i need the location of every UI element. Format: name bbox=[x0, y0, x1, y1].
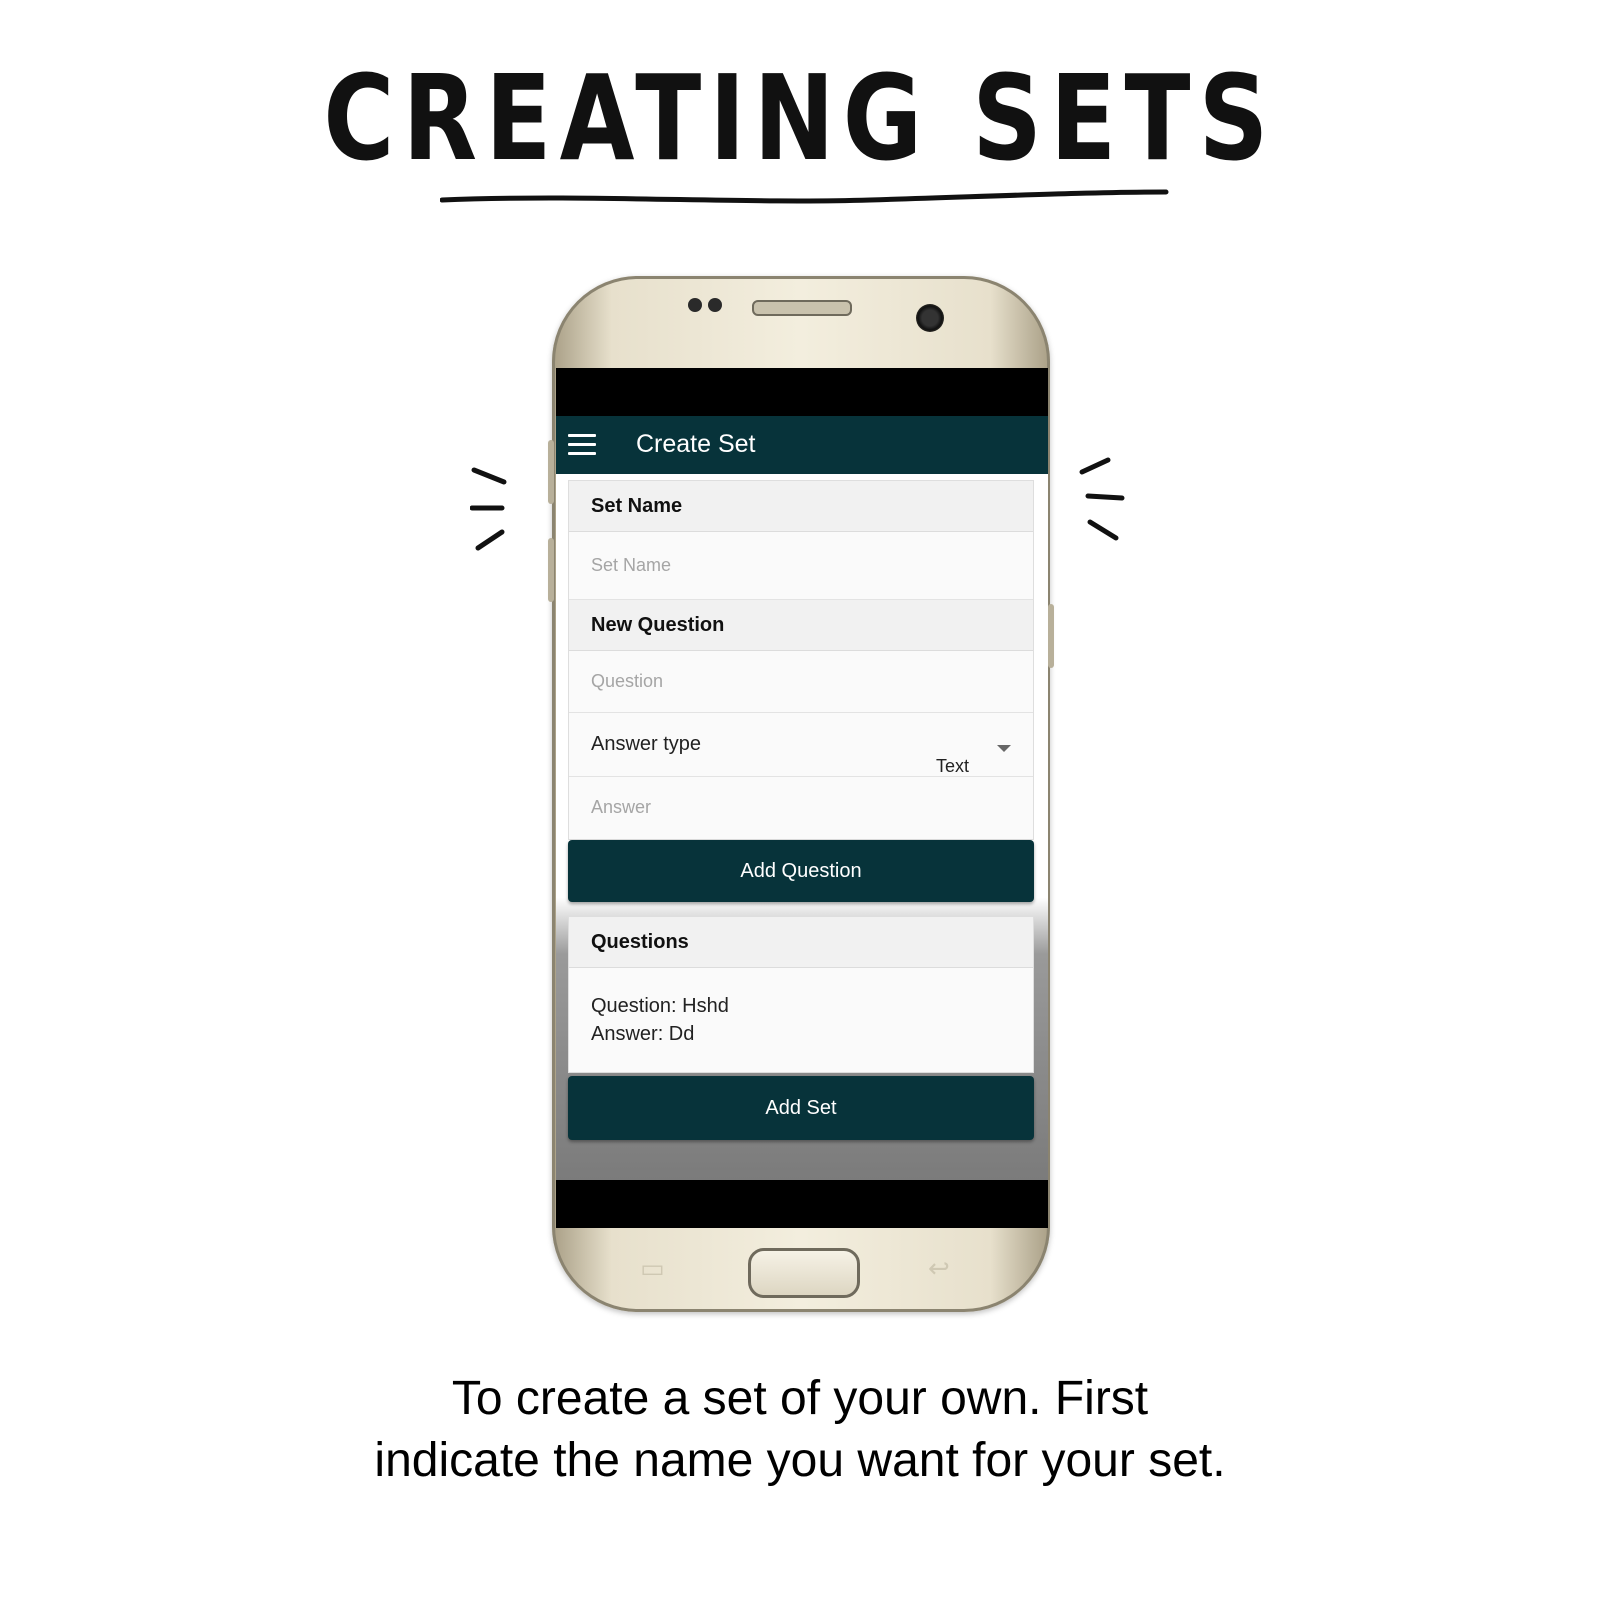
questions-header: Questions bbox=[569, 917, 1033, 968]
set-name-placeholder: Set Name bbox=[591, 555, 672, 575]
answer-input[interactable]: Answer bbox=[569, 777, 1033, 839]
content-area: Set Name Set Name New Question Question … bbox=[556, 474, 1048, 1180]
question-list-item[interactable]: Question: Hshd Answer: Dd bbox=[569, 968, 1033, 1072]
answer-text: Answer: Dd bbox=[591, 1023, 695, 1045]
app-bar: Create Set bbox=[556, 416, 1048, 474]
question-text: Question: Hshd bbox=[591, 995, 729, 1017]
menu-icon[interactable] bbox=[568, 434, 596, 461]
question-placeholder: Question bbox=[591, 671, 664, 691]
headline: CREATING SETS bbox=[323, 49, 1277, 187]
front-camera bbox=[916, 304, 944, 332]
answer-type-row: Answer type Text bbox=[569, 713, 1033, 777]
set-name-input[interactable]: Set Name bbox=[569, 532, 1033, 600]
add-set-button[interactable]: Add Set bbox=[568, 1076, 1034, 1140]
caption-line-1: To create a set of your own. First bbox=[451, 1372, 1149, 1425]
volume-down-button bbox=[548, 538, 554, 602]
vibration-lines-left bbox=[470, 467, 507, 551]
vibration-lines-right bbox=[1079, 457, 1125, 541]
create-set-form: Set Name Set Name New Question Question … bbox=[568, 480, 1034, 840]
chevron-down-icon[interactable] bbox=[997, 745, 1011, 752]
app-title: Create Set bbox=[636, 430, 756, 458]
headline-underline bbox=[440, 189, 1169, 204]
add-question-button[interactable]: Add Question bbox=[568, 840, 1034, 902]
power-button bbox=[1048, 604, 1054, 668]
new-question-header: New Question bbox=[569, 600, 1033, 651]
earpiece-speaker bbox=[752, 300, 852, 316]
set-name-header: Set Name bbox=[569, 481, 1033, 532]
answer-type-label: Answer type bbox=[591, 733, 702, 755]
questions-list: Questions Question: Hshd Answer: Dd bbox=[568, 916, 1034, 1073]
caption: To create a set of your own. First indic… bbox=[0, 1368, 1600, 1492]
question-input[interactable]: Question bbox=[569, 651, 1033, 713]
back-icon[interactable]: ↩ bbox=[928, 1254, 950, 1284]
home-button[interactable] bbox=[748, 1248, 860, 1298]
volume-up-button bbox=[548, 440, 554, 504]
answer-placeholder: Answer bbox=[591, 797, 652, 817]
recent-apps-icon[interactable]: ▭ bbox=[640, 1254, 665, 1284]
phone-screen: Create Set Set Name Set Name New Questio… bbox=[556, 368, 1048, 1228]
sensor-dots bbox=[688, 298, 728, 317]
caption-line-2: indicate the name you want for your set. bbox=[374, 1434, 1226, 1487]
